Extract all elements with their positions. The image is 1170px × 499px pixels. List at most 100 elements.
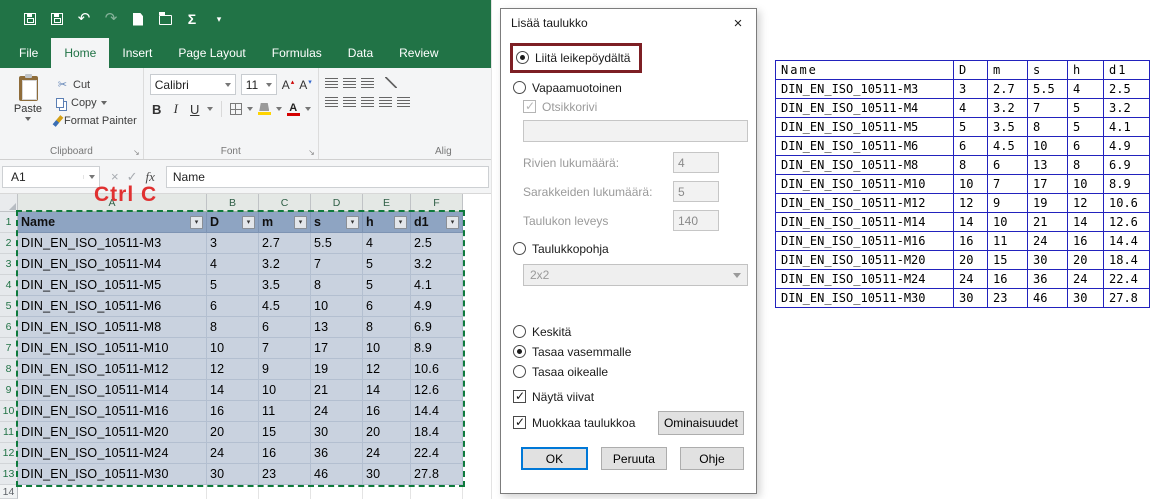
increase-indent-icon[interactable] xyxy=(397,97,410,107)
filter-button[interactable]: ▾ xyxy=(294,216,307,229)
sheet-cell[interactable]: 5 xyxy=(363,275,411,296)
sheet-cell[interactable]: 12 xyxy=(207,359,259,380)
row-number[interactable]: 5 xyxy=(0,296,18,317)
sheet-cell[interactable]: 10 xyxy=(259,380,311,401)
column-header-B[interactable]: B xyxy=(207,194,259,212)
sheet-header-cell[interactable]: s▾ xyxy=(311,212,363,233)
sheet-cell[interactable]: 16 xyxy=(207,401,259,422)
sheet-cell[interactable]: DIN_EN_ISO_10511-M3 xyxy=(18,233,207,254)
tab-insert[interactable]: Insert xyxy=(109,38,165,68)
undo-button[interactable]: ↶ xyxy=(76,11,92,27)
tab-formulas[interactable]: Formulas xyxy=(259,38,335,68)
borders-button[interactable] xyxy=(230,103,242,115)
sheet-cell[interactable]: 3.5 xyxy=(259,275,311,296)
sheet-cell[interactable]: 2.5 xyxy=(411,233,463,254)
tab-data[interactable]: Data xyxy=(335,38,386,68)
row-number[interactable]: 4 xyxy=(0,275,18,296)
row-number[interactable]: 13 xyxy=(0,464,18,485)
align-center-icon[interactable] xyxy=(343,97,356,107)
column-header-E[interactable]: E xyxy=(363,194,411,212)
cancel-button[interactable]: Peruuta xyxy=(601,447,667,470)
sheet-cell[interactable]: 8 xyxy=(207,317,259,338)
row-number[interactable]: 12 xyxy=(0,443,18,464)
sheet-cell[interactable]: 4 xyxy=(363,233,411,254)
sheet-cell[interactable]: 6.9 xyxy=(411,317,463,338)
row-number[interactable]: 2 xyxy=(0,233,18,254)
sheet-cell[interactable]: 10 xyxy=(363,338,411,359)
checkbox-checked-icon[interactable] xyxy=(513,390,526,403)
row-number[interactable]: 9 xyxy=(0,380,18,401)
name-box[interactable]: A1 xyxy=(2,166,100,188)
column-header-C[interactable]: C xyxy=(259,194,311,212)
align-left-icon[interactable] xyxy=(325,97,338,107)
tab-home[interactable]: Home xyxy=(51,38,109,68)
radio-selected-icon[interactable] xyxy=(516,51,529,64)
ok-button[interactable]: OK xyxy=(521,447,588,470)
font-dialog-launcher[interactable]: ↘ xyxy=(308,148,315,157)
sheet-cell[interactable]: 14.4 xyxy=(411,401,463,422)
sheet-cell[interactable]: 15 xyxy=(259,422,311,443)
column-header-D[interactable]: D xyxy=(311,194,363,212)
orientation-icon[interactable] xyxy=(385,77,397,88)
sheet-cell[interactable]: 3.2 xyxy=(411,254,463,275)
sheet-header-cell[interactable]: m▾ xyxy=(259,212,311,233)
qat-customize-button[interactable]: ▾ xyxy=(211,11,227,27)
sheet-cell[interactable]: DIN_EN_ISO_10511-M10 xyxy=(18,338,207,359)
tab-file[interactable]: File xyxy=(6,38,51,68)
tab-review[interactable]: Review xyxy=(386,38,451,68)
sheet-cell[interactable]: 24 xyxy=(363,443,411,464)
sheet-cell[interactable]: 12.6 xyxy=(411,380,463,401)
sheet-header-cell[interactable]: d1▾ xyxy=(411,212,463,233)
sheet-header-cell[interactable]: Name▾ xyxy=(18,212,207,233)
row-number[interactable]: 7 xyxy=(0,338,18,359)
filter-button[interactable]: ▾ xyxy=(394,216,407,229)
align-middle-icon[interactable] xyxy=(343,78,356,88)
sheet-cell[interactable] xyxy=(18,485,207,499)
sheet-cell[interactable]: 24 xyxy=(311,401,363,422)
sheet-cell[interactable]: DIN_EN_ISO_10511-M16 xyxy=(18,401,207,422)
radio-icon[interactable] xyxy=(513,242,526,255)
sheet-cell[interactable]: 22.4 xyxy=(411,443,463,464)
sheet-cell[interactable]: 17 xyxy=(311,338,363,359)
sheet-cell[interactable]: 18.4 xyxy=(411,422,463,443)
sheet-cell[interactable]: 4.5 xyxy=(259,296,311,317)
sheet-cell[interactable]: 10 xyxy=(207,338,259,359)
sheet-cell[interactable]: 13 xyxy=(311,317,363,338)
radio-icon[interactable] xyxy=(513,365,526,378)
checkbox-show-lines[interactable]: Näytä viivat xyxy=(513,387,744,406)
sheet-cell[interactable]: 3 xyxy=(207,233,259,254)
font-color-button[interactable]: A xyxy=(287,103,300,116)
sheet-cell[interactable] xyxy=(207,485,259,499)
sheet-cell[interactable]: 4.1 xyxy=(411,275,463,296)
cut-button[interactable]: ✂ Cut xyxy=(56,78,137,91)
formula-bar[interactable]: Name xyxy=(166,166,489,188)
radio-template[interactable]: Taulukkopohja xyxy=(513,239,744,258)
sheet-cell[interactable]: 10 xyxy=(311,296,363,317)
name-box-dropdown[interactable] xyxy=(83,175,95,179)
paste-button[interactable]: Paste xyxy=(6,74,50,127)
align-top-icon[interactable] xyxy=(325,78,338,88)
sheet-cell[interactable]: 16 xyxy=(363,401,411,422)
sheet-header-cell[interactable]: D▾ xyxy=(207,212,259,233)
help-button[interactable]: Ohje xyxy=(680,447,744,470)
align-bottom-icon[interactable] xyxy=(361,78,374,88)
sheet-cell[interactable]: 8 xyxy=(363,317,411,338)
filter-button[interactable]: ▾ xyxy=(190,216,203,229)
radio-align-left[interactable]: Tasaa vasemmalle xyxy=(513,342,744,361)
underline-button[interactable]: U xyxy=(188,102,202,117)
sheet-cell[interactable]: 46 xyxy=(311,464,363,485)
radio-selected-icon[interactable] xyxy=(513,345,526,358)
save-all-button[interactable] xyxy=(49,11,65,27)
column-header-F[interactable]: F xyxy=(411,194,463,212)
sheet-cell[interactable]: DIN_EN_ISO_10511-M20 xyxy=(18,422,207,443)
cancel-entry-icon[interactable]: × xyxy=(111,169,119,184)
sheet-cell[interactable]: 10.6 xyxy=(411,359,463,380)
sheet-cell[interactable]: DIN_EN_ISO_10511-M8 xyxy=(18,317,207,338)
tab-page-layout[interactable]: Page Layout xyxy=(165,38,258,68)
sheet-cell[interactable]: 5 xyxy=(363,254,411,275)
dialog-close-button[interactable]: × xyxy=(720,9,756,37)
decrease-indent-icon[interactable] xyxy=(379,97,392,107)
sheet-cell[interactable]: 7 xyxy=(311,254,363,275)
fill-color-button[interactable] xyxy=(258,103,271,115)
row-number[interactable]: 11 xyxy=(0,422,18,443)
